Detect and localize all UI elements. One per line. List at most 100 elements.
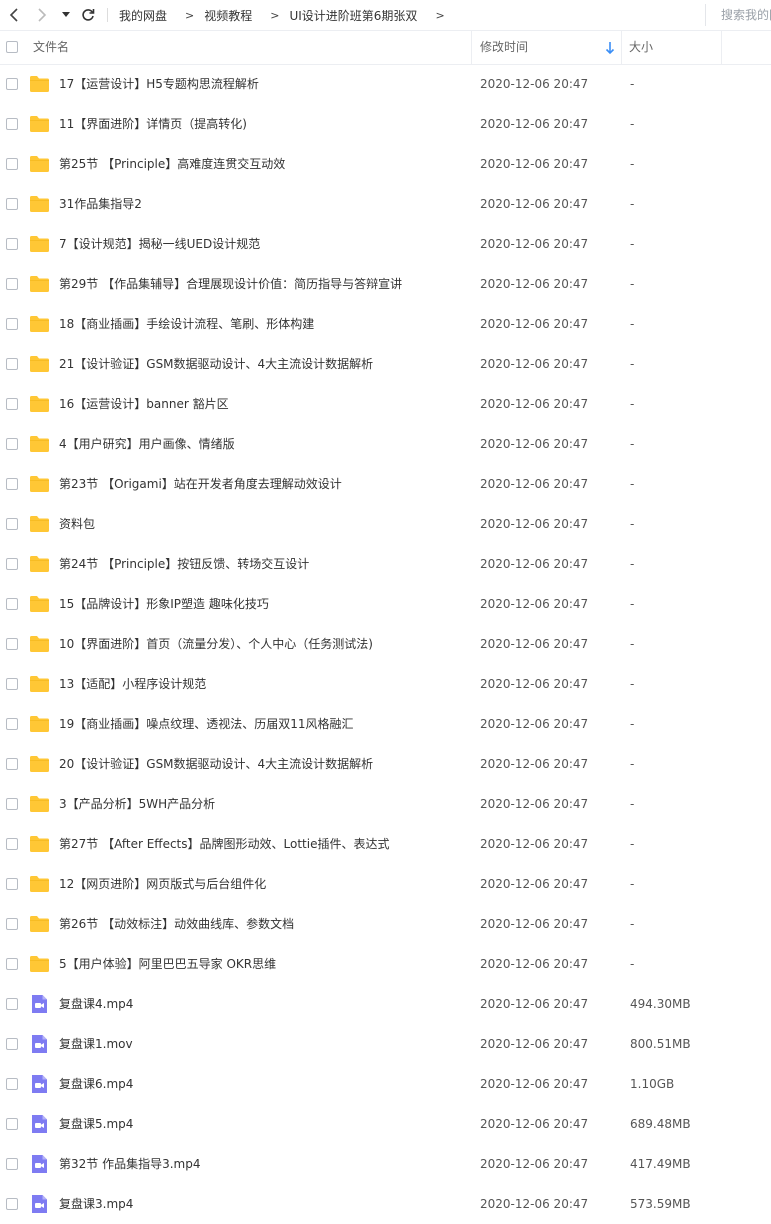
row-checkbox[interactable] [6, 638, 18, 650]
file-name[interactable]: 3【产品分析】5WH产品分析 [59, 784, 215, 824]
folder-row[interactable]: 资料包 2020-12-06 20:47 - [0, 504, 771, 544]
file-name[interactable]: 15【品牌设计】形象IP塑造 趣味化技巧 [59, 584, 269, 624]
folder-row[interactable]: 15【品牌设计】形象IP塑造 趣味化技巧 2020-12-06 20:47 - [0, 584, 771, 624]
folder-row[interactable]: 第23节 【Origami】站在开发者角度去理解动效设计 2020-12-06 2… [0, 464, 771, 504]
row-checkbox[interactable] [6, 318, 18, 330]
file-name[interactable]: 5【用户体验】阿里巴巴五导家 OKR思维 [59, 944, 276, 984]
file-name[interactable]: 第23节 【Origami】站在开发者角度去理解动效设计 [59, 464, 342, 504]
breadcrumb-my-drive[interactable]: 我的网盘 [119, 7, 167, 24]
file-name[interactable]: 17【运营设计】H5专题构思流程解析 [59, 64, 259, 104]
file-name[interactable]: 第29节 【作品集辅导】合理展现设计价值：简历指导与答辩宣讲 [59, 264, 402, 304]
folder-row[interactable]: 第27节 【After Effects】品牌图形动效、Lottie插件、表达式 2… [0, 824, 771, 864]
file-name[interactable]: 19【商业插画】噪点纹理、透视法、历届双11风格融汇 [59, 704, 354, 744]
row-checkbox[interactable] [6, 398, 18, 410]
folder-row[interactable]: 12【网页进阶】网页版式与后台组件化 2020-12-06 20:47 - [0, 864, 771, 904]
folder-row[interactable]: 20【设计验证】GSM数据驱动设计、4大主流设计数据解析 2020-12-06 2… [0, 744, 771, 784]
folder-row[interactable]: 第26节 【动效标注】动效曲线库、参数文档 2020-12-06 20:47 - [0, 904, 771, 944]
breadcrumb-video-tutorials[interactable]: 视频教程 [204, 7, 252, 24]
file-name[interactable]: 第27节 【After Effects】品牌图形动效、Lottie插件、表达式 [59, 824, 389, 864]
file-name[interactable]: 第24节 【Principle】按钮反馈、转场交互设计 [59, 544, 309, 584]
folder-row[interactable]: 3【产品分析】5WH产品分析 2020-12-06 20:47 - [0, 784, 771, 824]
column-header-size[interactable]: 大小 [629, 31, 653, 64]
row-checkbox[interactable] [6, 1038, 18, 1050]
row-checkbox[interactable] [6, 558, 18, 570]
folder-row[interactable]: 13【适配】小程序设计规范 2020-12-06 20:47 - [0, 664, 771, 704]
file-name[interactable]: 18【商业插画】手绘设计流程、笔刷、形体构建 [59, 304, 314, 344]
file-name[interactable]: 20【设计验证】GSM数据驱动设计、4大主流设计数据解析 [59, 744, 373, 784]
row-checkbox[interactable] [6, 518, 18, 530]
folder-row[interactable]: 31作品集指导2 2020-12-06 20:47 - [0, 184, 771, 224]
row-checkbox[interactable] [6, 718, 18, 730]
folder-row[interactable]: 18【商业插画】手绘设计流程、笔刷、形体构建 2020-12-06 20:47 - [0, 304, 771, 344]
row-checkbox[interactable] [6, 358, 18, 370]
file-row[interactable]: 复盘课3.mp4 2020-12-06 20:47 573.59MB [0, 1184, 771, 1224]
row-checkbox[interactable] [6, 198, 18, 210]
forward-button[interactable] [32, 0, 52, 30]
file-name[interactable]: 复盘课4.mp4 [59, 984, 133, 1024]
folder-row[interactable]: 7【设计规范】揭秘一线UED设计规范 2020-12-06 20:47 - [0, 224, 771, 264]
folder-row[interactable]: 17【运营设计】H5专题构思流程解析 2020-12-06 20:47 - [0, 64, 771, 104]
file-name[interactable]: 4【用户研究】用户画像、情绪版 [59, 424, 235, 464]
row-checkbox[interactable] [6, 758, 18, 770]
folder-row[interactable]: 第24节 【Principle】按钮反馈、转场交互设计 2020-12-06 20… [0, 544, 771, 584]
file-name[interactable]: 16【运营设计】banner 豁片区 [59, 384, 229, 424]
column-header-time[interactable]: 修改时间 [480, 31, 528, 64]
row-checkbox[interactable] [6, 918, 18, 930]
row-checkbox[interactable] [6, 1078, 18, 1090]
folder-row[interactable]: 16【运营设计】banner 豁片区 2020-12-06 20:47 - [0, 384, 771, 424]
file-name[interactable]: 第25节 【Principle】高难度连贯交互动效 [59, 144, 285, 184]
row-checkbox[interactable] [6, 118, 18, 130]
back-button[interactable] [4, 0, 24, 30]
column-header-name[interactable]: 文件名 [33, 31, 69, 64]
folder-row[interactable]: 19【商业插画】噪点纹理、透视法、历届双11风格融汇 2020-12-06 20:… [0, 704, 771, 744]
breadcrumb-separator-icon[interactable]: > [435, 9, 444, 22]
row-checkbox[interactable] [6, 998, 18, 1010]
history-dropdown-button[interactable] [58, 0, 74, 30]
file-name[interactable]: 12【网页进阶】网页版式与后台组件化 [59, 864, 266, 904]
row-checkbox[interactable] [6, 798, 18, 810]
refresh-button[interactable] [78, 0, 98, 30]
row-checkbox[interactable] [6, 958, 18, 970]
row-checkbox[interactable] [6, 878, 18, 890]
file-row[interactable]: 复盘课4.mp4 2020-12-06 20:47 494.30MB [0, 984, 771, 1024]
row-checkbox[interactable] [6, 78, 18, 90]
folder-row[interactable]: 第29节 【作品集辅导】合理展现设计价值：简历指导与答辩宣讲 2020-12-06… [0, 264, 771, 304]
sort-down-arrow-icon[interactable] [605, 41, 615, 55]
folder-row[interactable]: 第25节 【Principle】高难度连贯交互动效 2020-12-06 20:4… [0, 144, 771, 184]
row-checkbox[interactable] [6, 478, 18, 490]
file-name[interactable]: 第26节 【动效标注】动效曲线库、参数文档 [59, 904, 294, 944]
file-name[interactable]: 13【适配】小程序设计规范 [59, 664, 206, 704]
file-name[interactable]: 21【设计验证】GSM数据驱动设计、4大主流设计数据解析 [59, 344, 373, 384]
row-checkbox[interactable] [6, 278, 18, 290]
row-checkbox[interactable] [6, 158, 18, 170]
row-checkbox[interactable] [6, 598, 18, 610]
file-name[interactable]: 资料包 [59, 504, 95, 544]
file-name[interactable]: 10【界面进阶】首页（流量分发）、个人中心（任务测试法) [59, 624, 373, 664]
folder-row[interactable]: 10【界面进阶】首页（流量分发）、个人中心（任务测试法) 2020-12-06 2… [0, 624, 771, 664]
file-name[interactable]: 第32节 作品集指导3.mp4 [59, 1144, 200, 1184]
row-checkbox[interactable] [6, 1158, 18, 1170]
file-row[interactable]: 复盘课5.mp4 2020-12-06 20:47 689.48MB [0, 1104, 771, 1144]
file-name[interactable]: 7【设计规范】揭秘一线UED设计规范 [59, 224, 260, 264]
file-name[interactable]: 复盘课3.mp4 [59, 1184, 133, 1224]
file-name[interactable]: 复盘课6.mp4 [59, 1064, 133, 1104]
file-name[interactable]: 复盘课5.mp4 [59, 1104, 133, 1144]
row-checkbox[interactable] [6, 238, 18, 250]
folder-row[interactable]: 11【界面进阶】详情页（提高转化) 2020-12-06 20:47 - [0, 104, 771, 144]
row-checkbox[interactable] [6, 1198, 18, 1210]
folder-row[interactable]: 4【用户研究】用户画像、情绪版 2020-12-06 20:47 - [0, 424, 771, 464]
file-name[interactable]: 复盘课1.mov [59, 1024, 133, 1064]
row-checkbox[interactable] [6, 438, 18, 450]
file-row[interactable]: 复盘课6.mp4 2020-12-06 20:47 1.10GB [0, 1064, 771, 1104]
row-checkbox[interactable] [6, 838, 18, 850]
file-row[interactable]: 复盘课1.mov 2020-12-06 20:47 800.51MB [0, 1024, 771, 1064]
file-row[interactable]: 第32节 作品集指导3.mp4 2020-12-06 20:47 417.49MB [0, 1144, 771, 1184]
folder-row[interactable]: 21【设计验证】GSM数据驱动设计、4大主流设计数据解析 2020-12-06 2… [0, 344, 771, 384]
breadcrumb-current-folder[interactable]: UI设计进阶班第6期张双 [289, 7, 417, 24]
file-name[interactable]: 31作品集指导2 [59, 184, 142, 224]
select-all-checkbox[interactable] [6, 41, 18, 53]
file-name[interactable]: 11【界面进阶】详情页（提高转化) [59, 104, 247, 144]
row-checkbox[interactable] [6, 678, 18, 690]
row-checkbox[interactable] [6, 1118, 18, 1130]
folder-row[interactable]: 5【用户体验】阿里巴巴五导家 OKR思维 2020-12-06 20:47 - [0, 944, 771, 984]
